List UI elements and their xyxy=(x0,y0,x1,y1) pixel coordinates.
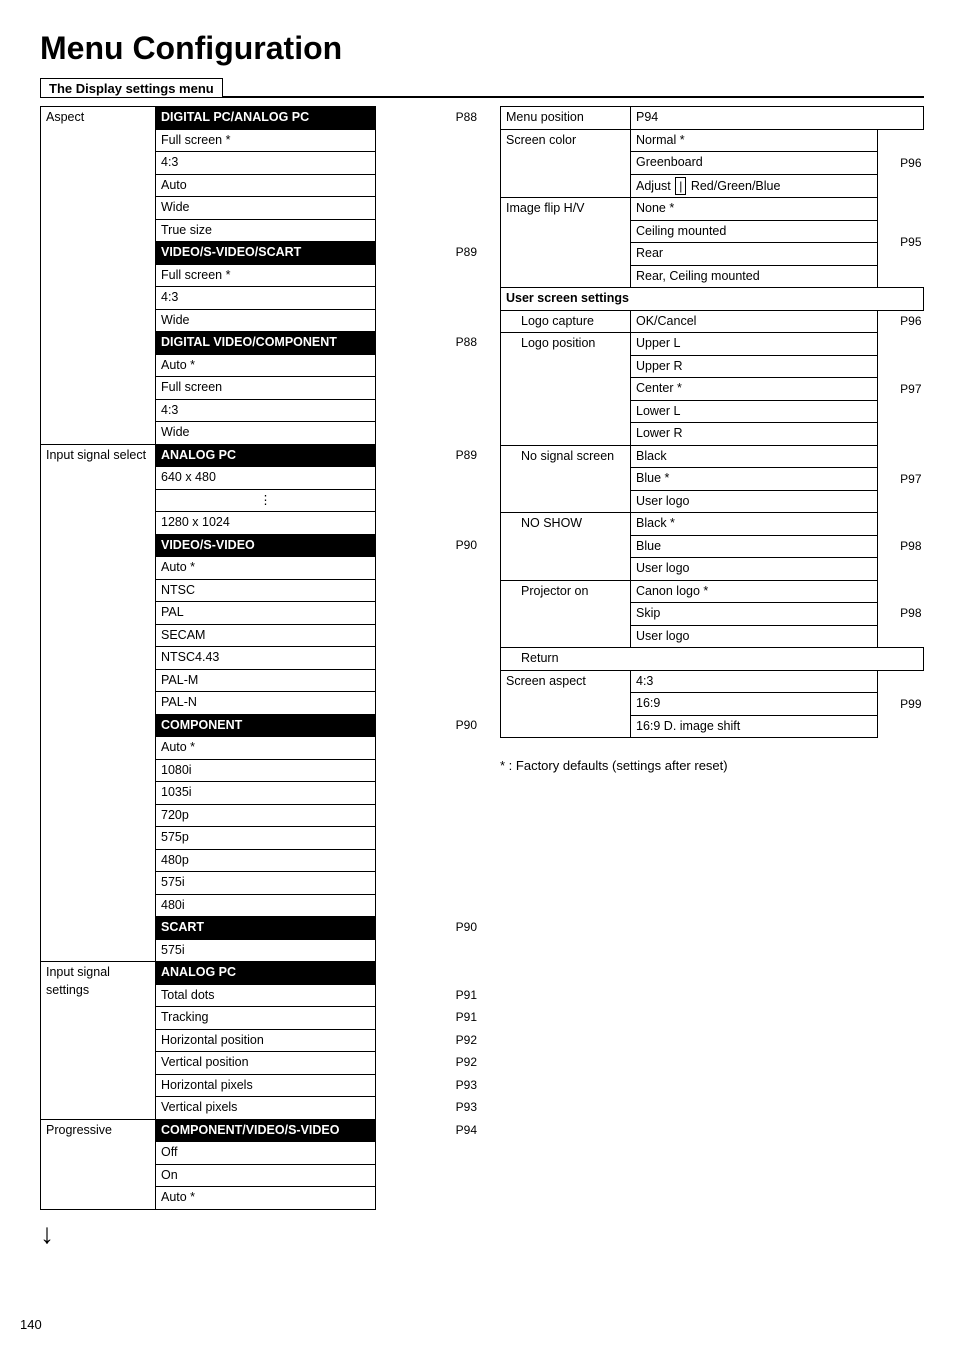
no-signal-screen-row: No signal screen Black P97 xyxy=(501,445,924,468)
input-signal-settings-row: Input signal settings ANALOG PC xyxy=(41,962,480,985)
input-signal-settings-label: Input signal settings xyxy=(41,962,156,1120)
progressive-row: Progressive COMPONENT/VIDEO/S-VIDEO P94 xyxy=(41,1119,480,1142)
digital-video-header: DIGITAL VIDEO/COMPONENT xyxy=(156,332,376,355)
menu-position-row: Menu position P94 xyxy=(501,107,924,130)
input-signal-select-label: Input signal select xyxy=(41,444,156,962)
digital-pc-header: DIGITAL PC/ANALOG PC xyxy=(156,107,376,130)
component-header: COMPONENT xyxy=(156,714,376,737)
aspect-label-row: Aspect DIGITAL PC/ANALOG PC P88 xyxy=(41,107,480,130)
video-s-video-2-header: VIDEO/S-VIDEO xyxy=(156,534,376,557)
scart-header: SCART xyxy=(156,917,376,940)
screen-color-label: Screen color xyxy=(501,129,631,198)
logo-position-row: Logo position Upper L P97 xyxy=(501,333,924,356)
menu-position-page: P94 xyxy=(631,107,924,130)
logo-position-label: Logo position xyxy=(501,333,631,446)
input-signal-select-row: Input signal select ANALOG PC P89 xyxy=(41,444,480,467)
logo-capture-row: Logo capture OK/Cancel P96 xyxy=(501,310,924,333)
user-screen-settings-header-row: User screen settings xyxy=(501,288,924,311)
analog-pc-header-2: ANALOG PC xyxy=(156,962,376,985)
left-menu-table: Aspect DIGITAL PC/ANALOG PC P88 Full scr… xyxy=(40,106,480,1210)
left-column: Aspect DIGITAL PC/ANALOG PC P88 Full scr… xyxy=(40,106,480,1250)
logo-capture-label: Logo capture xyxy=(501,310,631,333)
right-menu-table: Menu position P94 Screen color Normal * … xyxy=(500,106,924,738)
user-screen-settings-label: User screen settings xyxy=(501,288,924,311)
component-video-header: COMPONENT/VIDEO/S-VIDEO xyxy=(156,1119,376,1142)
analog-pc-header-1: ANALOG PC xyxy=(156,444,376,467)
video-s-video-header: VIDEO/S-VIDEO/SCART xyxy=(156,242,376,265)
screen-aspect-row: Screen aspect 4:3 P99 xyxy=(501,670,924,693)
right-column: Menu position P94 Screen color Normal * … xyxy=(500,106,924,1250)
screen-color-row: Screen color Normal * P96 xyxy=(501,129,924,152)
section-title: The Display settings menu xyxy=(40,78,223,98)
aspect-label: Aspect xyxy=(41,107,156,445)
projector-on-label: Projector on xyxy=(501,580,631,648)
page-title: Menu Configuration xyxy=(40,30,924,67)
progressive-label: Progressive xyxy=(41,1119,156,1209)
return-row: Return xyxy=(501,648,924,671)
p88-1: P88 xyxy=(376,107,480,130)
menu-position-label: Menu position xyxy=(501,107,631,130)
bottom-arrow: ↓ xyxy=(40,1214,480,1250)
return-label: Return xyxy=(501,648,924,671)
screen-aspect-label: Screen aspect xyxy=(501,670,631,738)
no-show-row: NO SHOW Black * P98 xyxy=(501,513,924,536)
projector-on-row: Projector on Canon logo * P98 xyxy=(501,580,924,603)
footer-note: * : Factory defaults (settings after res… xyxy=(500,758,924,773)
no-show-label: NO SHOW xyxy=(501,513,631,581)
page-number: 140 xyxy=(20,1317,42,1332)
image-flip-label: Image flip H/V xyxy=(501,198,631,288)
image-flip-row: Image flip H/V None * P95 xyxy=(501,198,924,221)
no-signal-screen-label: No signal screen xyxy=(501,445,631,513)
